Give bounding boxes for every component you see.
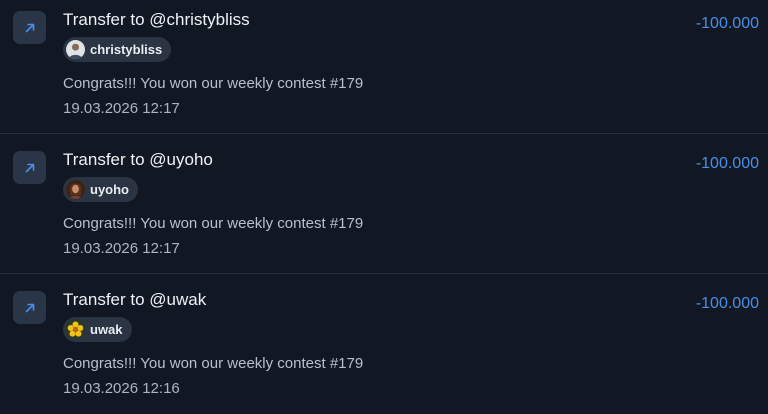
username: uyoho	[90, 182, 129, 197]
arrow-up-right-icon	[25, 303, 34, 312]
transaction-title: Transfer to @uyoho	[63, 150, 213, 169]
user-chip[interactable]: christybliss	[63, 37, 172, 62]
transaction-amount: -100.000	[695, 295, 759, 312]
transaction-item[interactable]: Transfer to @christybliss -100.000 chris…	[0, 0, 768, 134]
user-chip[interactable]: uyoho	[63, 177, 138, 202]
arrow-up-right-icon	[25, 23, 34, 32]
avatar	[66, 320, 85, 339]
transaction-title: Transfer to @christybliss	[63, 10, 250, 29]
transaction-memo: Congrats!!! You won our weekly contest #…	[63, 215, 364, 232]
avatar	[66, 40, 85, 59]
transaction-list: Transfer to @christybliss -100.000 chris…	[0, 0, 768, 404]
avatar	[66, 180, 85, 199]
transfer-out-icon	[13, 151, 46, 184]
transaction-item[interactable]: Transfer to @uyoho -100.000 uyoho Congra…	[0, 135, 768, 274]
transaction-date: 19.03.2026 12:16	[63, 380, 180, 397]
username: uwak	[90, 322, 123, 337]
transaction-memo: Congrats!!! You won our weekly contest #…	[63, 355, 364, 372]
transfer-out-icon	[13, 11, 46, 44]
transaction-amount: -100.000	[695, 155, 759, 172]
transaction-date: 19.03.2026 12:17	[63, 240, 180, 257]
user-chip[interactable]: uwak	[63, 317, 132, 342]
username: christybliss	[90, 42, 163, 57]
transaction-amount: -100.000	[695, 15, 759, 32]
transaction-item[interactable]: Transfer to @uwak -100.000 uwak Congrats…	[0, 275, 768, 414]
transaction-title: Transfer to @uwak	[63, 290, 207, 309]
transfer-out-icon	[13, 291, 46, 324]
transaction-date: 19.03.2026 12:17	[63, 100, 180, 117]
transaction-memo: Congrats!!! You won our weekly contest #…	[63, 75, 364, 92]
arrow-up-right-icon	[25, 163, 34, 172]
